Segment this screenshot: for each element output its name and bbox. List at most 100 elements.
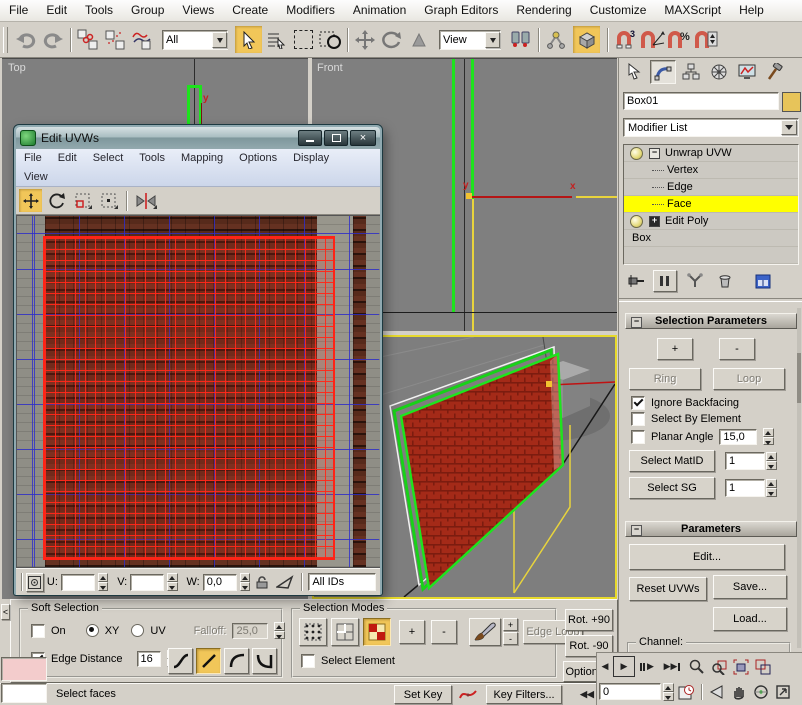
field-of-view-icon[interactable] [707, 682, 727, 701]
stack-item-face-selected[interactable]: Face [624, 196, 798, 213]
paint-select-button[interactable] [469, 618, 501, 646]
maximize-viewport-toggle-icon[interactable] [773, 682, 793, 701]
ignore-backfacing-checkbox[interactable] [631, 396, 645, 410]
grow-uv-selection-button[interactable]: + [399, 620, 425, 644]
collapse-icon[interactable]: − [631, 317, 642, 328]
shrink-uv-selection-button[interactable]: - [431, 620, 457, 644]
menu-rendering[interactable]: Rendering [507, 0, 580, 21]
window-crossing-toggle-icon[interactable] [317, 27, 343, 53]
rectangular-selection-region-icon[interactable] [290, 27, 316, 53]
use-pivot-point-center-icon[interactable] [508, 27, 534, 53]
key-filters-button[interactable]: Key Filters... [486, 685, 562, 704]
select-and-scale-icon[interactable] [406, 27, 432, 53]
stack-item-edge[interactable]: Edge [624, 179, 798, 196]
stack-item-vertex[interactable]: Vertex [624, 162, 798, 179]
zoom-all-icon[interactable] [709, 657, 729, 676]
u-field[interactable] [61, 574, 95, 591]
matid-spinner[interactable] [766, 452, 777, 470]
uv-radio[interactable] [131, 624, 144, 637]
uvw-menu-edit[interactable]: Edit [50, 149, 85, 168]
snaps-toggle-button[interactable] [573, 26, 600, 53]
uvw-move-button[interactable] [19, 189, 42, 212]
planar-angle-checkbox[interactable] [631, 430, 645, 444]
expand-icon[interactable]: + [649, 216, 660, 227]
scrollbar-thumb[interactable] [797, 353, 801, 403]
xy-radio[interactable] [86, 624, 99, 637]
current-frame-field[interactable]: 0 [599, 683, 661, 700]
v-field[interactable] [130, 574, 164, 591]
uvw-menu-select[interactable]: Select [85, 149, 132, 168]
uvw-menu-options[interactable]: Options [231, 149, 285, 168]
rollout-selection-parameters[interactable]: − Selection Parameters [625, 313, 797, 329]
load-button[interactable]: Load... [713, 607, 787, 631]
absolute-offset-toggle-icon[interactable] [26, 573, 44, 592]
uvw-menu-tools[interactable]: Tools [131, 149, 173, 168]
select-sg-button[interactable]: Select SG [629, 477, 715, 499]
uvw-rotate-icon[interactable] [45, 189, 68, 212]
remove-modifier-icon[interactable] [713, 270, 737, 292]
shrink-selection-button[interactable]: - [719, 338, 755, 360]
uvw-scale-icon[interactable] [71, 189, 94, 212]
maximize-button[interactable] [324, 130, 348, 146]
zoom-icon[interactable] [687, 657, 707, 676]
edge-mode-button[interactable] [331, 618, 359, 646]
paint-grow-button[interactable]: + [503, 618, 518, 631]
menu-views[interactable]: Views [173, 0, 223, 21]
close-button[interactable]: × [350, 130, 376, 146]
chevron-down-icon[interactable] [781, 120, 797, 135]
menu-group[interactable]: Group [122, 0, 173, 21]
reset-uvws-button[interactable]: Reset UVWs [629, 577, 707, 601]
edit-uvws-button[interactable]: Edit... [629, 544, 785, 570]
menu-edit[interactable]: Edit [37, 0, 76, 21]
ring-button[interactable]: Ring [629, 368, 701, 390]
pan-hand-icon[interactable] [729, 682, 749, 701]
toolbar-grip[interactable] [3, 27, 8, 53]
tab-utilities[interactable] [762, 60, 788, 84]
redo-icon[interactable] [40, 27, 66, 53]
matid-field[interactable]: 1 [725, 452, 765, 470]
falloff-smooth-curve-button[interactable] [168, 648, 193, 674]
lock-selection-icon[interactable] [253, 572, 272, 592]
time-configuration-icon[interactable] [676, 682, 696, 701]
menu-graph-editors[interactable]: Graph Editors [415, 0, 507, 21]
set-key-button[interactable]: Set Key [394, 685, 452, 704]
menu-file[interactable]: File [0, 0, 37, 21]
object-name-field[interactable]: Box01 [623, 92, 779, 110]
selection-filter-dropdown[interactable]: All [162, 30, 228, 50]
modifier-list-dropdown[interactable]: Modifier List [623, 118, 799, 137]
tab-modify[interactable] [650, 60, 676, 84]
falloff-fast-curve-button[interactable] [224, 648, 249, 674]
tab-motion[interactable] [706, 60, 732, 84]
uvw-menu-file[interactable]: File [16, 149, 50, 168]
previous-frame-icon[interactable]: ◀ [599, 657, 611, 676]
select-element-checkbox[interactable] [301, 654, 315, 668]
panel-scroll-left-button[interactable]: < [1, 604, 10, 620]
zoom-extents-icon[interactable] [731, 657, 751, 676]
set-key-curve-icon[interactable] [456, 685, 480, 704]
unlink-selection-icon[interactable] [102, 27, 128, 53]
tab-display[interactable] [734, 60, 760, 84]
panel-scrollbar[interactable] [797, 308, 801, 648]
material-id-filter-dropdown[interactable]: All IDs [308, 573, 376, 591]
soft-selection-on-checkbox[interactable] [31, 624, 45, 638]
uvw-mirror-icon[interactable] [133, 189, 159, 212]
go-to-end-icon[interactable]: ▶▶ [659, 657, 685, 676]
collapse-icon[interactable]: − [631, 525, 642, 536]
edge-distance-field[interactable]: 16 [137, 651, 161, 667]
pin-stack-icon[interactable] [625, 271, 647, 291]
menu-customize[interactable]: Customize [581, 0, 656, 21]
select-and-move-icon[interactable] [352, 27, 378, 53]
paint-shrink-button[interactable]: - [503, 632, 518, 645]
uvw-menu-view[interactable]: View [16, 168, 56, 187]
menu-modifiers[interactable]: Modifiers [277, 0, 344, 21]
uvw-menu-mapping[interactable]: Mapping [173, 149, 231, 168]
maxscript-mini-listener[interactable] [1, 683, 47, 703]
uvw-menu-display[interactable]: Display [285, 149, 337, 168]
vertex-mode-button[interactable] [299, 618, 327, 646]
viewport-front-label[interactable]: Front [317, 62, 343, 74]
select-by-element-checkbox[interactable] [631, 412, 645, 426]
angle-snap-toggle-icon[interactable] [639, 27, 665, 53]
show-end-result-icon[interactable] [653, 270, 677, 292]
bulb-icon[interactable] [630, 215, 643, 228]
grow-selection-button[interactable]: + [657, 338, 693, 360]
